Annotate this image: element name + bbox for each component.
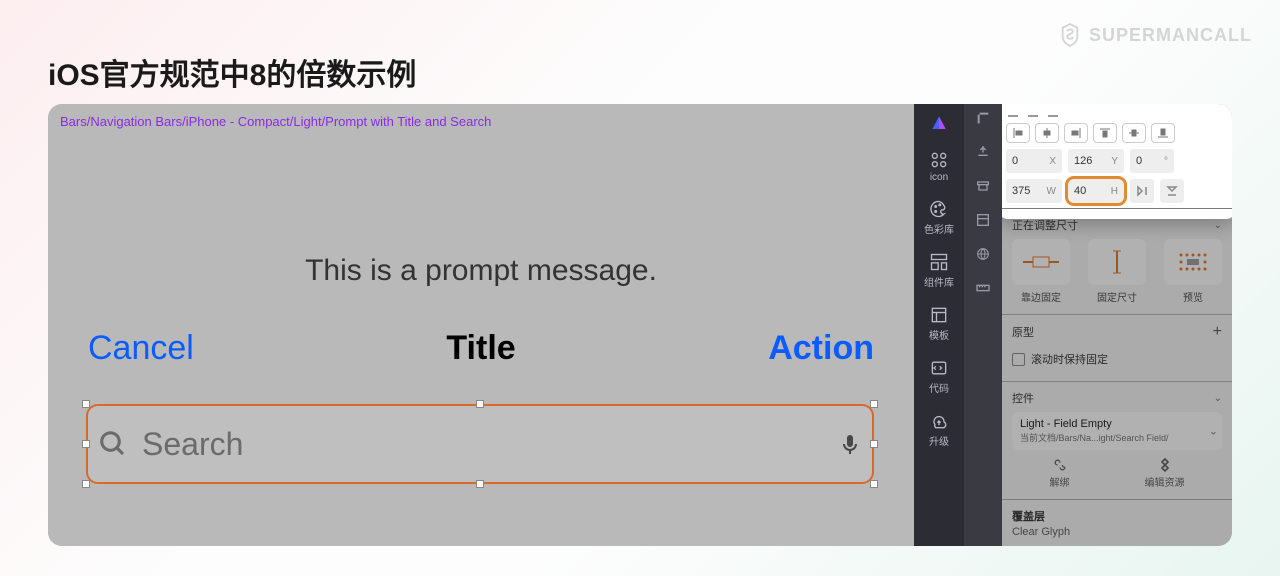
resize-handle[interactable]	[476, 480, 484, 488]
section-title: 原型	[1012, 324, 1034, 340]
rail-label: 代码	[929, 380, 949, 395]
flip-v-button[interactable]	[1160, 179, 1184, 203]
component-name: Light - Field Empty	[1020, 418, 1204, 430]
resize-handle[interactable]	[82, 480, 90, 488]
cancel-button[interactable]: Cancel	[88, 329, 194, 368]
rail-icon-library[interactable]: icon	[914, 142, 964, 191]
section-prototype: 原型 + 滚动时保持固定	[1002, 314, 1232, 381]
rotation-input[interactable]: 0°	[1130, 149, 1174, 173]
constraint-pin[interactable]: 靠边固定	[1012, 239, 1070, 304]
section-component: 控件 ⌄ Light - Field Empty 当前文档/Bars/Na...i…	[1002, 381, 1232, 499]
rail-label: 组件库	[924, 274, 954, 289]
checkbox-label: 滚动时保持固定	[1031, 351, 1108, 367]
resize-handle[interactable]	[82, 440, 90, 448]
watermark-text: SUPERMANCALL	[1089, 25, 1252, 46]
chevron-down-icon[interactable]: ⌄	[1209, 425, 1218, 438]
width-input[interactable]: 375W	[1006, 179, 1062, 203]
watermark: SUPERMANCALL	[1059, 22, 1252, 48]
export-icon[interactable]	[975, 144, 991, 160]
rail-colors[interactable]: 色彩库	[914, 191, 964, 244]
constraint-fixed[interactable]: 固定尺寸	[1088, 239, 1146, 304]
archive-icon[interactable]	[975, 178, 991, 194]
section-override: 覆盖层 Clear Glyph	[1002, 499, 1232, 546]
rail-templates[interactable]: 模板	[914, 297, 964, 350]
section-resize: 正在调整尺寸 ⌄ 靠边固定 固定尺寸 预览	[1002, 208, 1232, 314]
add-icon[interactable]: +	[1213, 323, 1222, 341]
align-center-v-button[interactable]	[1122, 123, 1146, 143]
inspector-tabs[interactable]	[1006, 110, 1228, 117]
height-input[interactable]: 40H	[1068, 179, 1124, 203]
inspector-panel: 0X 126Y 0° 375W 40H 正在调整尺寸 ⌄ 靠边固定	[1002, 104, 1232, 546]
navbar-row: Cancel Title Action	[88, 329, 874, 368]
ruler-icon[interactable]	[975, 280, 991, 296]
navbar-title: Title	[446, 329, 515, 368]
action-button[interactable]: Action	[768, 329, 874, 368]
resize-handle[interactable]	[82, 400, 90, 408]
align-left-button[interactable]	[1006, 123, 1030, 143]
editor-frame: Bars/Navigation Bars/iPhone - Compact/Li…	[48, 104, 1232, 546]
chevron-down-icon[interactable]: ⌄	[1214, 393, 1222, 404]
override-item[interactable]: Clear Glyph	[1012, 526, 1222, 538]
rail-code[interactable]: 代码	[914, 350, 964, 403]
search-placeholder: Search	[142, 426, 824, 463]
align-bottom-button[interactable]	[1151, 123, 1175, 143]
globe-icon[interactable]	[975, 246, 991, 262]
edit-master-button[interactable]: 编辑资源	[1145, 458, 1185, 489]
geometry-popout: 0X 126Y 0° 375W 40H	[1002, 104, 1232, 219]
rail-upgrade[interactable]: 升级	[914, 403, 964, 456]
collapse-icon[interactable]	[975, 110, 991, 126]
align-center-h-button[interactable]	[1035, 123, 1059, 143]
canvas[interactable]: Bars/Navigation Bars/iPhone - Compact/Li…	[48, 104, 914, 546]
component-path: 当前文档/Bars/Na...ight/Search Field/	[1020, 431, 1204, 444]
constraint-preview[interactable]: 预览	[1164, 239, 1222, 304]
search-icon	[98, 429, 128, 459]
tool-rails: icon 色彩库 组件库 模板 代码 升级	[914, 104, 1002, 546]
app-logo[interactable]	[914, 108, 964, 142]
rail-label: 色彩库	[924, 221, 954, 236]
x-input[interactable]: 0X	[1006, 149, 1062, 173]
section-title: 控件	[1012, 390, 1034, 406]
y-input[interactable]: 126Y	[1068, 149, 1124, 173]
watermark-logo-icon	[1059, 22, 1081, 48]
section-title: 正在调整尺寸	[1012, 217, 1078, 233]
rail-label: 模板	[929, 327, 949, 342]
rail-label: icon	[930, 172, 948, 183]
chevron-down-icon[interactable]: ⌄	[1214, 220, 1222, 231]
checkbox-icon[interactable]	[1012, 353, 1025, 366]
rail-components[interactable]: 组件库	[914, 244, 964, 297]
resize-handle[interactable]	[870, 480, 878, 488]
prompt-message: This is a prompt message.	[305, 254, 657, 288]
rail-label: 升级	[929, 433, 949, 448]
resize-handle[interactable]	[870, 400, 878, 408]
resize-handle[interactable]	[476, 400, 484, 408]
scroll-fixed-checkbox[interactable]: 滚动时保持固定	[1012, 347, 1222, 371]
align-right-button[interactable]	[1064, 123, 1088, 143]
section-title: 覆盖层	[1012, 508, 1045, 524]
flip-h-button[interactable]	[1130, 179, 1154, 203]
resize-handle[interactable]	[870, 440, 878, 448]
breadcrumb[interactable]: Bars/Navigation Bars/iPhone - Compact/Li…	[60, 114, 491, 129]
component-source[interactable]: Light - Field Empty 当前文档/Bars/Na...ight/…	[1012, 412, 1222, 450]
search-field-selection[interactable]: Search	[86, 404, 874, 484]
page-title: iOS官方规范中8的倍数示例	[48, 50, 416, 94]
microphone-icon[interactable]	[838, 429, 862, 459]
align-top-button[interactable]	[1093, 123, 1117, 143]
detach-button[interactable]: 解绑	[1050, 458, 1070, 489]
layers-panel-icon[interactable]	[975, 212, 991, 228]
